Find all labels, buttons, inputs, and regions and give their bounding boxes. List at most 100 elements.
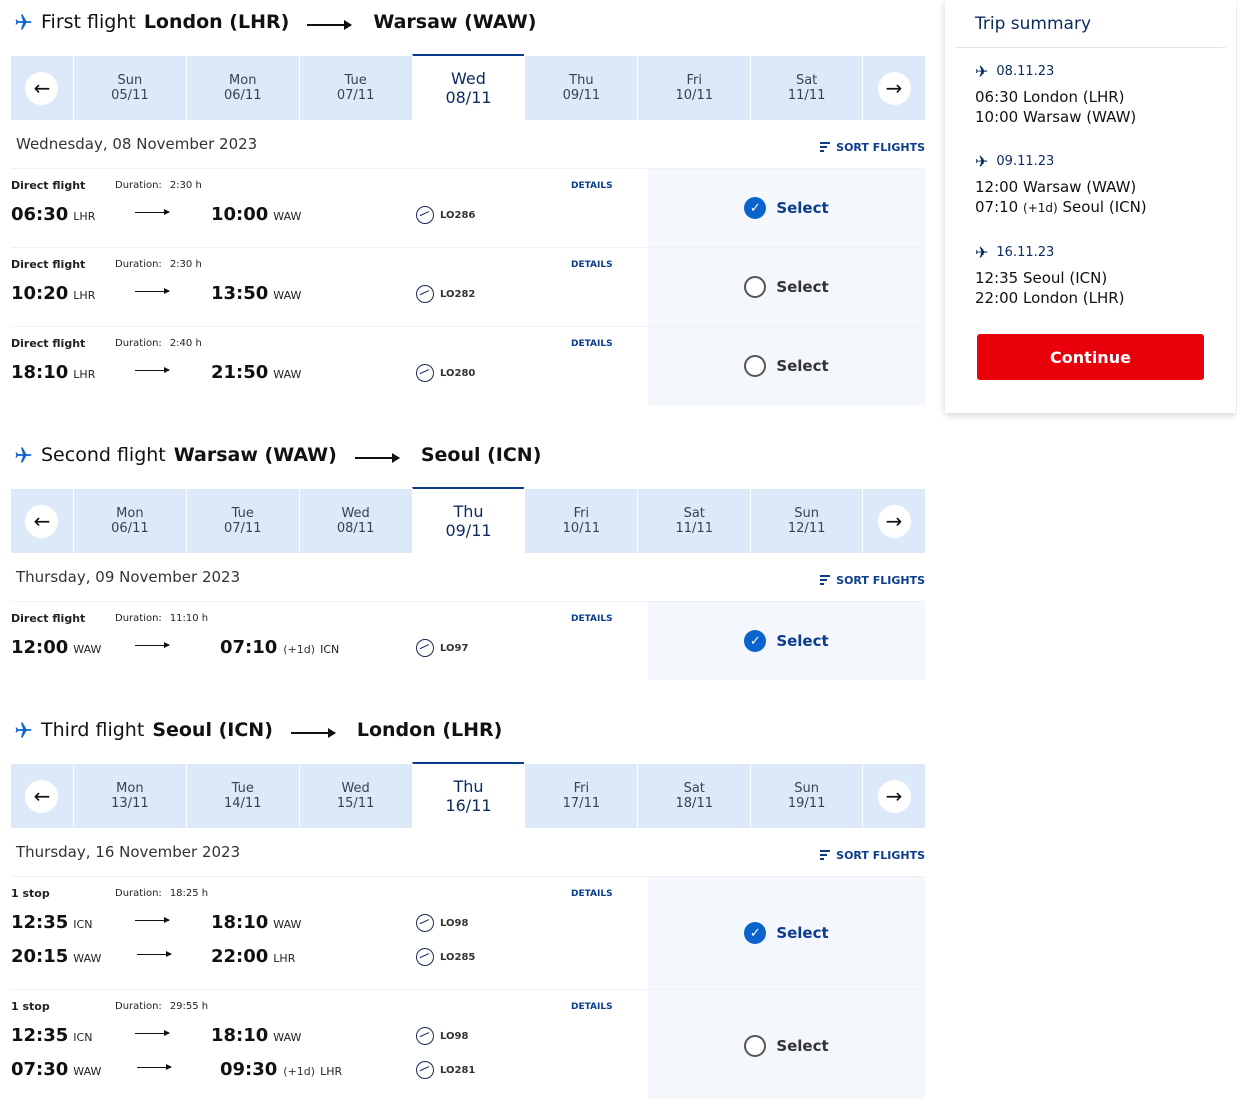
- flight-arrow-icon: [135, 642, 170, 648]
- day-row: Thursday, 09 November 2023 SORT FLIGHTS: [11, 553, 925, 601]
- date-tab[interactable]: Sat 11/11: [637, 489, 750, 553]
- select-flight-cell[interactable]: ✓ Select: [648, 169, 925, 247]
- arrival-time: 07:10: [220, 637, 278, 658]
- flight-duration: Duration: 2:40 h: [115, 338, 202, 349]
- date-tab[interactable]: Thu 09/11: [524, 56, 637, 120]
- date-tab[interactable]: Sat 11/11: [750, 56, 864, 120]
- arrival-time: 13:50: [211, 283, 269, 304]
- date-tab[interactable]: Sun 05/11: [72, 56, 186, 120]
- departure-time: 12:00: [11, 637, 69, 658]
- details-link[interactable]: DETAILS: [571, 339, 613, 349]
- trip-summary-panel: Trip summary ✈ 08.11.23 06:30 London (LHR)…: [945, 0, 1236, 413]
- flight-info: 1 stop Duration: 18:25 h DETAILS 12:35 ICN 18:…: [11, 877, 648, 989]
- date-tab[interactable]: Wed 15/11: [298, 764, 412, 828]
- destination-city: Seoul (ICN): [420, 444, 542, 466]
- date-tab[interactable]: Mon 13/11: [72, 764, 186, 828]
- date-tab-date: 17/11: [562, 796, 601, 811]
- details-link[interactable]: DETAILS: [571, 260, 613, 270]
- next-day-badge: (+1d): [1023, 201, 1058, 215]
- check-circle-icon: ✓: [744, 922, 767, 944]
- date-tab[interactable]: Thu 09/11: [411, 487, 525, 553]
- date-tab[interactable]: Sun 12/11: [750, 489, 864, 553]
- departure-time: 07:30: [11, 1059, 69, 1080]
- next-dates-button[interactable]: →: [863, 489, 925, 553]
- select-flight-cell[interactable]: ✓ Select: [648, 877, 925, 989]
- select-flight-cell[interactable]: Select: [648, 990, 925, 1099]
- arrival-airport: WAW: [273, 1031, 302, 1044]
- date-tab[interactable]: Sat 18/11: [637, 764, 750, 828]
- date-tab[interactable]: Wed 08/11: [411, 54, 525, 120]
- select-flight-cell[interactable]: Select: [648, 248, 925, 326]
- date-tab[interactable]: Tue 07/11: [298, 56, 412, 120]
- flight-type: Direct flight: [11, 258, 86, 271]
- flight-type: 1 stop: [11, 1000, 50, 1013]
- next-dates-button[interactable]: →: [863, 764, 925, 828]
- duration-label: Duration:: [115, 888, 162, 899]
- date-tab[interactable]: Wed 08/11: [298, 489, 412, 553]
- date-tab[interactable]: Sun 19/11: [750, 764, 864, 828]
- radio-icon: [744, 355, 767, 377]
- destination-city: Warsaw (WAW): [373, 11, 537, 33]
- flight-arrow-icon: [137, 951, 172, 957]
- airplane-icon: [11, 719, 35, 741]
- date-tab-day: Mon: [116, 781, 144, 796]
- date-tab-date: 15/11: [336, 796, 375, 811]
- select-flight-button[interactable]: ✓ Select: [744, 922, 829, 944]
- date-tab[interactable]: Tue 14/11: [185, 764, 299, 828]
- airplane-icon: ✈: [975, 62, 989, 81]
- date-tab[interactable]: Tue 07/11: [185, 489, 299, 553]
- next-dates-button[interactable]: →: [863, 56, 925, 120]
- duration-label: Duration:: [115, 338, 162, 349]
- sort-flights-button[interactable]: SORT FLIGHTS: [820, 573, 925, 587]
- select-flight-button[interactable]: ✓ Select: [744, 630, 829, 652]
- details-link[interactable]: DETAILS: [571, 889, 613, 899]
- leg-departure: 06:30 London (LHR): [975, 88, 1125, 106]
- flight-duration: Duration: 2:30 h: [115, 259, 202, 270]
- select-flight-button[interactable]: ✓ Select: [744, 197, 829, 219]
- flight-section: Second flight Warsaw (WAW) Seoul (ICN) ← Mon…: [11, 433, 925, 680]
- sort-flights-button[interactable]: SORT FLIGHTS: [820, 140, 925, 154]
- flight-number: LO280: [440, 367, 476, 379]
- date-tab-day: Mon: [229, 73, 257, 88]
- date-tab[interactable]: Fri 10/11: [637, 56, 750, 120]
- date-tab-date: 19/11: [787, 796, 826, 811]
- prev-dates-button[interactable]: ←: [11, 489, 73, 553]
- select-flight-button[interactable]: Select: [744, 1035, 829, 1057]
- flight-number: LO98: [440, 917, 469, 929]
- flight-duration: Duration: 11:10 h: [115, 613, 208, 624]
- continue-button[interactable]: Continue: [977, 334, 1204, 380]
- date-tab[interactable]: Fri 10/11: [524, 489, 637, 553]
- duration-value: 29:55 h: [169, 1001, 209, 1012]
- date-tab[interactable]: Fri 17/11: [524, 764, 637, 828]
- sort-flights-label: SORT FLIGHTS: [836, 573, 925, 587]
- date-tab[interactable]: Thu 16/11: [411, 762, 525, 828]
- check-circle-icon: ✓: [744, 197, 767, 219]
- details-link[interactable]: DETAILS: [571, 614, 613, 624]
- prev-dates-button[interactable]: ←: [11, 764, 73, 828]
- route-arrow-icon: [307, 20, 353, 30]
- duration-label: Duration:: [115, 613, 162, 624]
- details-link[interactable]: DETAILS: [571, 1002, 613, 1012]
- day-row: Thursday, 16 November 2023 SORT FLIGHTS: [11, 828, 925, 876]
- date-tab-date: 08/11: [445, 88, 492, 107]
- date-tab[interactable]: Mon 06/11: [185, 56, 299, 120]
- flight-number: LO282: [440, 288, 476, 300]
- date-tab[interactable]: Mon 06/11: [72, 489, 186, 553]
- select-flight-cell[interactable]: Select: [648, 327, 925, 405]
- arrival-airport: ICN: [320, 643, 340, 656]
- details-link[interactable]: DETAILS: [571, 181, 613, 191]
- origin-city: London (LHR): [143, 11, 290, 33]
- section-label: Second flight: [41, 444, 166, 466]
- date-tab-day: Wed: [341, 506, 370, 521]
- select-flight-cell[interactable]: ✓ Select: [648, 602, 925, 680]
- select-label: Select: [776, 199, 829, 217]
- flight-number: LO98: [440, 1030, 469, 1042]
- arrow-left-icon: ←: [25, 71, 59, 105]
- lot-logo-icon: [416, 285, 434, 303]
- date-tab-date: 09/11: [562, 88, 601, 103]
- arrival-airport: WAW: [273, 289, 302, 302]
- select-flight-button[interactable]: Select: [744, 276, 829, 298]
- sort-flights-button[interactable]: SORT FLIGHTS: [820, 848, 925, 862]
- select-flight-button[interactable]: Select: [744, 355, 829, 377]
- prev-dates-button[interactable]: ←: [11, 56, 73, 120]
